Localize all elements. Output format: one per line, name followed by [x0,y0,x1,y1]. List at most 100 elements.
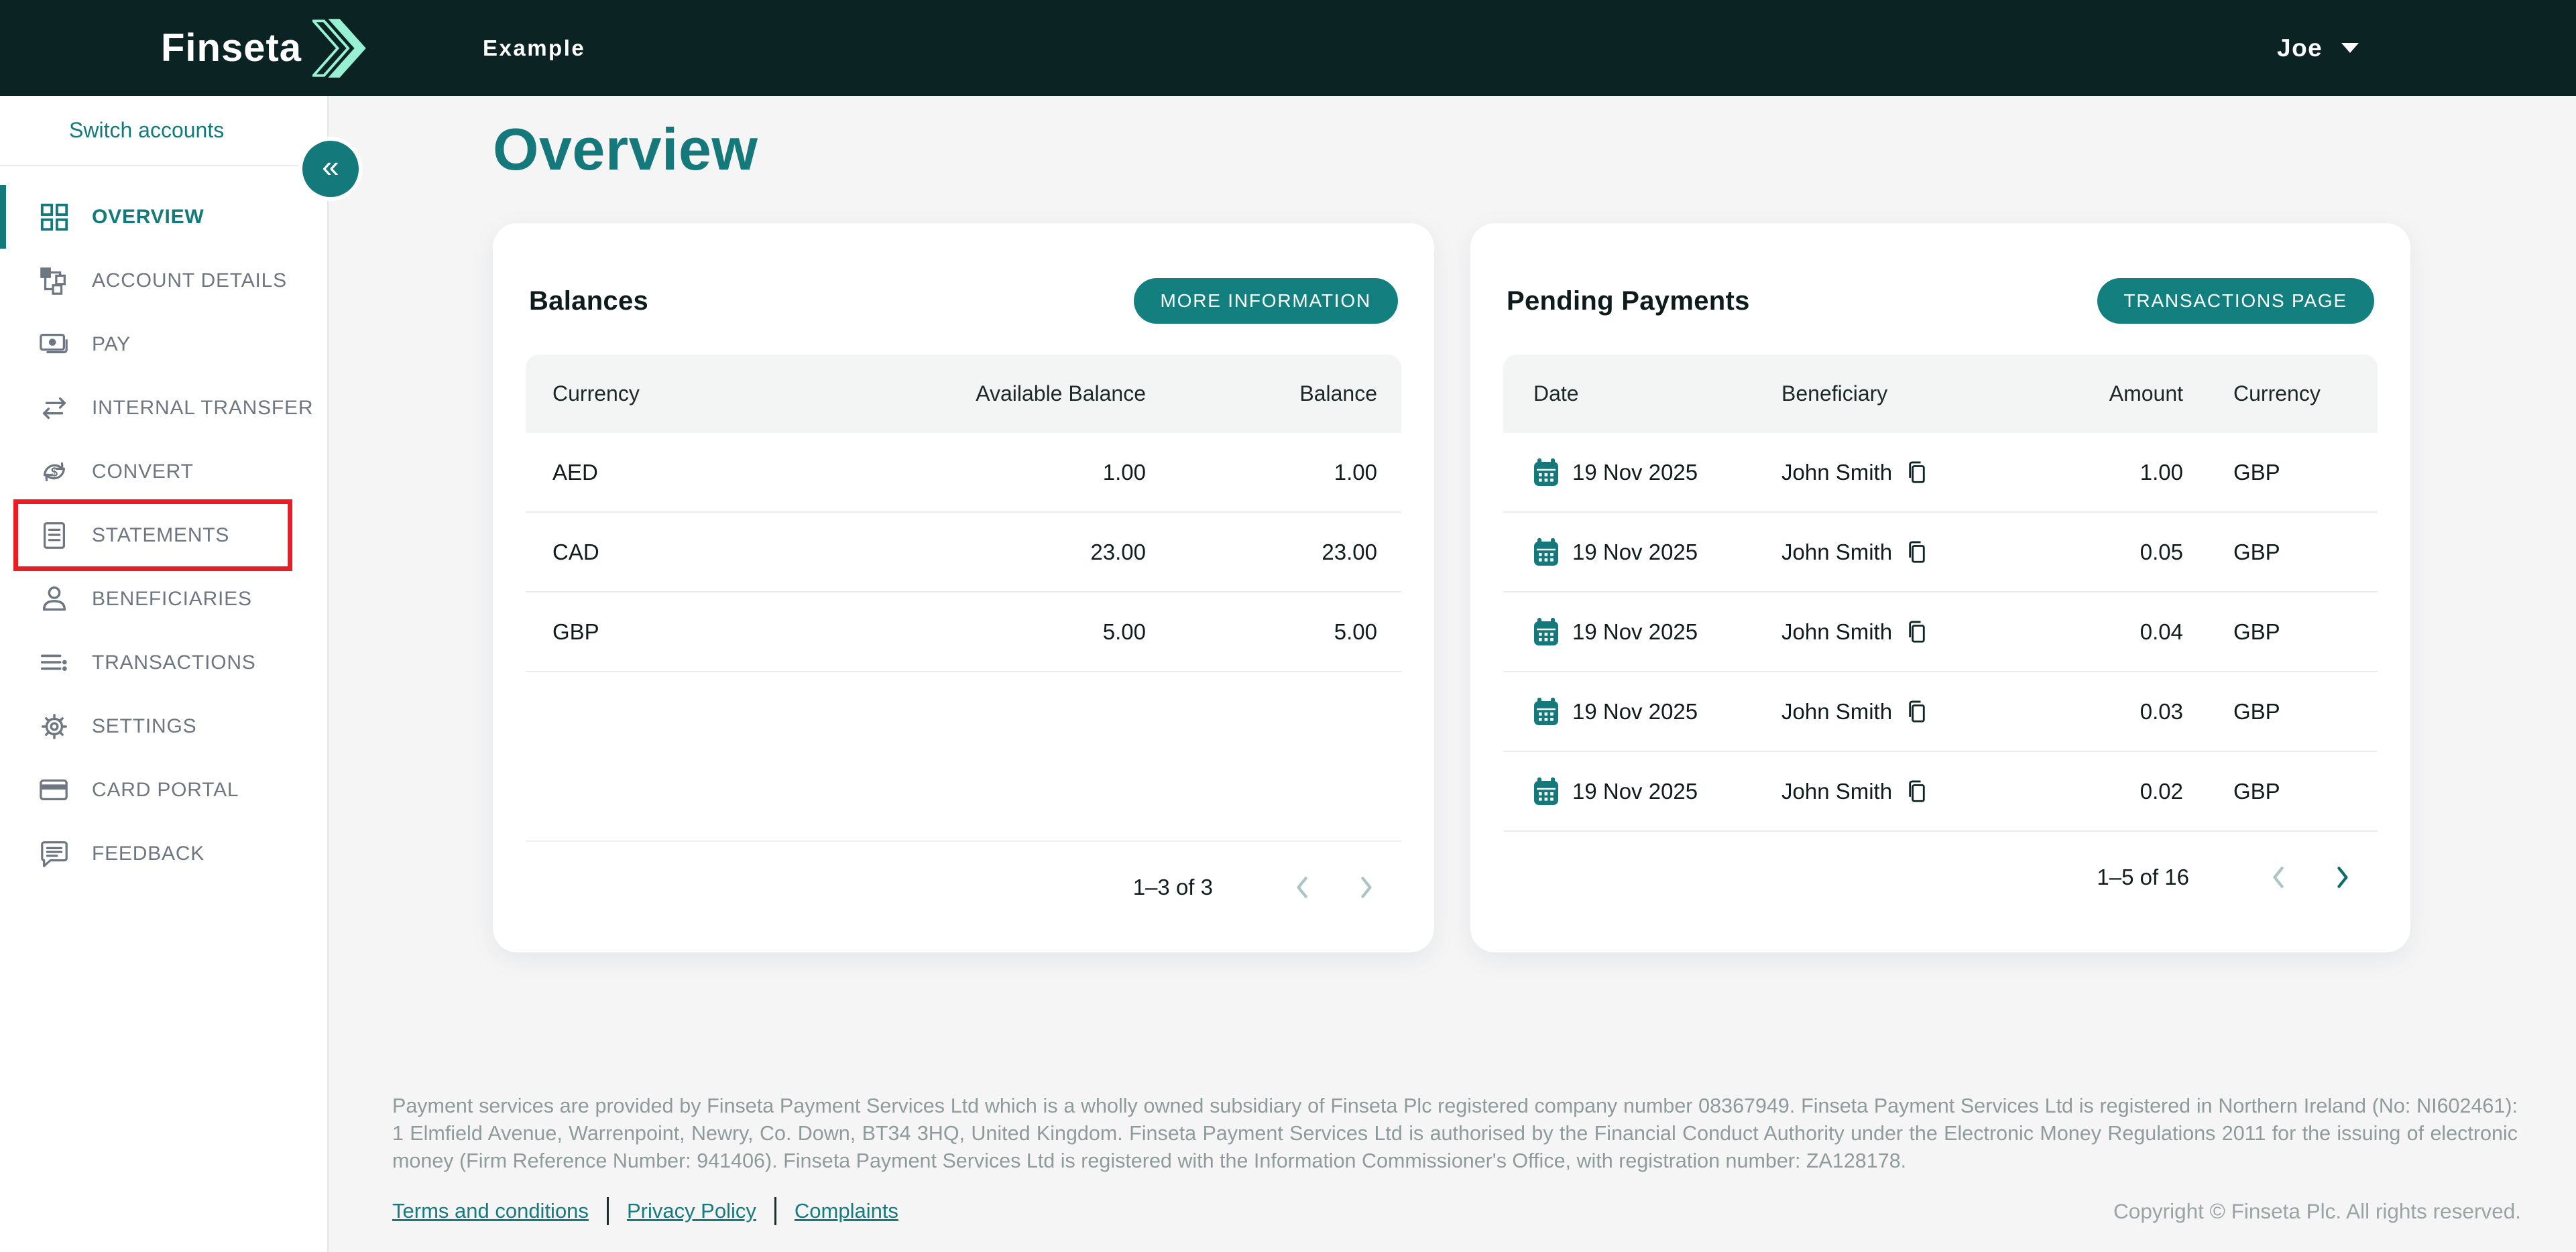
legal-disclaimer-text: Payment services are provided by Finseta… [392,1092,2518,1175]
copy-icon[interactable] [1904,459,1930,486]
balances-card: Balances MORE INFORMATION Currency Avail… [493,223,1434,952]
sidebar-item-pay[interactable]: PAY [0,312,327,376]
table-row: GBP 5.00 5.00 [526,592,1401,672]
sidebar-item-label: INTERNAL TRANSFER [92,397,313,420]
sidebar-item-account-details[interactable]: ACCOUNT DETAILS [0,249,327,312]
currency-cell: GBP [552,619,770,645]
currency-cell: GBP [2183,619,2351,645]
column-header-amount: Amount [1982,381,2183,406]
chevron-right-icon [1351,873,1381,902]
finseta-logo[interactable]: Finseta [161,0,370,96]
table-row: AED 1.00 1.00 [526,433,1401,513]
collapse-sidebar-button[interactable]: « [302,141,359,197]
date-cell: 19 Nov 2025 [1572,699,1698,725]
amount-cell: 0.02 [1982,779,2183,804]
balance-cell: 1.00 [1146,460,1377,485]
transfer-arrows-icon [39,393,70,424]
table-row: CAD 23.00 23.00 [526,513,1401,592]
transactions-page-button[interactable]: TRANSACTIONS PAGE [2097,278,2374,324]
table-row: 19 Nov 2025 John Smith 0.03 GBP [1503,672,2378,752]
person-icon [39,584,70,615]
privacy-policy-link[interactable]: Privacy Policy [627,1199,756,1223]
amount-cell: 0.04 [1982,619,2183,645]
balance-cell: 23.00 [1146,540,1377,565]
pending-payments-pagination: 1–5 of 16 [1470,860,2410,895]
calendar-icon [1533,618,1559,646]
copy-icon[interactable] [1904,539,1930,566]
sidebar-item-overview[interactable]: OVERVIEW [0,185,327,249]
table-row: 19 Nov 2025 John Smith 1.00 GBP [1503,433,2378,513]
sidebar-item-feedback[interactable]: FEEDBACK [0,822,327,885]
previous-page-button[interactable] [1285,870,1320,905]
pending-payments-card: Pending Payments TRANSACTIONS PAGE Date … [1470,223,2410,952]
balances-card-title: Balances [529,286,648,316]
beneficiary-cell: John Smith [1781,779,1892,804]
svg-text:$: $ [51,465,58,479]
sidebar-item-label: ACCOUNT DETAILS [92,269,287,292]
calendar-icon [1533,538,1559,566]
more-information-button[interactable]: MORE INFORMATION [1134,278,1399,324]
switch-accounts-label: Switch accounts [69,118,224,143]
date-cell: 19 Nov 2025 [1572,619,1698,645]
sidebar-item-label: CARD PORTAL [92,779,239,802]
sidebar-item-statements[interactable]: STATEMENTS [0,503,327,567]
user-menu[interactable]: Joe [2277,34,2359,62]
date-cell: 19 Nov 2025 [1572,460,1698,485]
environment-label: Example [483,36,585,61]
chevron-down-icon [2341,43,2359,53]
terms-and-conditions-link[interactable]: Terms and conditions [392,1199,589,1223]
sidebar-item-label: TRANSACTIONS [92,651,256,674]
sidebar-item-label: OVERVIEW [92,206,204,229]
sidebar-item-internal-transfer[interactable]: INTERNAL TRANSFER [0,376,327,440]
complaints-link[interactable]: Complaints [795,1199,898,1223]
next-page-button[interactable] [2325,860,2359,895]
column-header-currency: Currency [2183,381,2351,406]
currency-cell: CAD [552,540,770,565]
sidebar: Switch accounts OVERVIEW [0,96,329,1252]
divider [607,1197,609,1225]
calendar-icon [1533,777,1559,806]
table-row: 19 Nov 2025 John Smith 0.05 GBP [1503,513,2378,592]
sidebar-item-transactions[interactable]: TRANSACTIONS [0,631,327,694]
amount-cell: 0.03 [1982,699,2183,725]
pending-payments-table-header: Date Beneficiary Amount Currency [1503,355,2378,433]
banknote-icon [39,329,70,360]
calendar-icon [1533,698,1559,726]
sidebar-item-settings[interactable]: SETTINGS [0,694,327,758]
date-cell: 19 Nov 2025 [1572,540,1698,565]
list-icon [39,647,70,678]
copyright-text: Copyright © Finseta Plc. All rights rese… [2113,1199,2521,1224]
beneficiary-cell: John Smith [1781,460,1892,485]
previous-page-button[interactable] [2262,860,2296,895]
finseta-logo-wordmark: Finseta [161,25,302,70]
beneficiary-cell: John Smith [1781,699,1892,725]
currency-cell: GBP [2183,699,2351,725]
sidebar-item-convert[interactable]: $ CONVERT [0,440,327,503]
column-header-beneficiary: Beneficiary [1781,381,1982,406]
copy-icon[interactable] [1904,698,1930,725]
gear-icon [39,711,70,742]
copy-icon[interactable] [1904,778,1930,805]
column-header-balance: Balance [1146,381,1377,406]
chevron-left-icon [1288,873,1318,902]
next-page-button[interactable] [1348,870,1383,905]
currency-cell: GBP [2183,460,2351,485]
copy-icon[interactable] [1904,619,1930,645]
chevron-right-icon [2327,863,2357,892]
sidebar-item-label: STATEMENTS [92,524,229,547]
page-title: Overview [493,115,758,184]
grid-icon [39,202,70,233]
finseta-logo-chevrons-icon [312,16,370,80]
chevron-left-icon [2264,863,2294,892]
chevrons-left-icon: « [322,151,339,187]
sidebar-item-card-portal[interactable]: CARD PORTAL [0,758,327,822]
sidebar-item-beneficiaries[interactable]: BENEFICIARIES [0,567,327,631]
switch-accounts-link[interactable]: Switch accounts [0,96,327,166]
available-balance-cell: 1.00 [770,460,1146,485]
pending-payments-card-title: Pending Payments [1507,286,1750,316]
footer-links-row: Terms and conditions Privacy Policy Comp… [392,1197,2521,1225]
available-balance-cell: 5.00 [770,619,1146,645]
sidebar-nav: OVERVIEW ACCOUNT DETAILS [0,185,327,885]
pending-payments-table: Date Beneficiary Amount Currency 19 Nov [1503,355,2378,832]
beneficiary-cell: John Smith [1781,619,1892,645]
